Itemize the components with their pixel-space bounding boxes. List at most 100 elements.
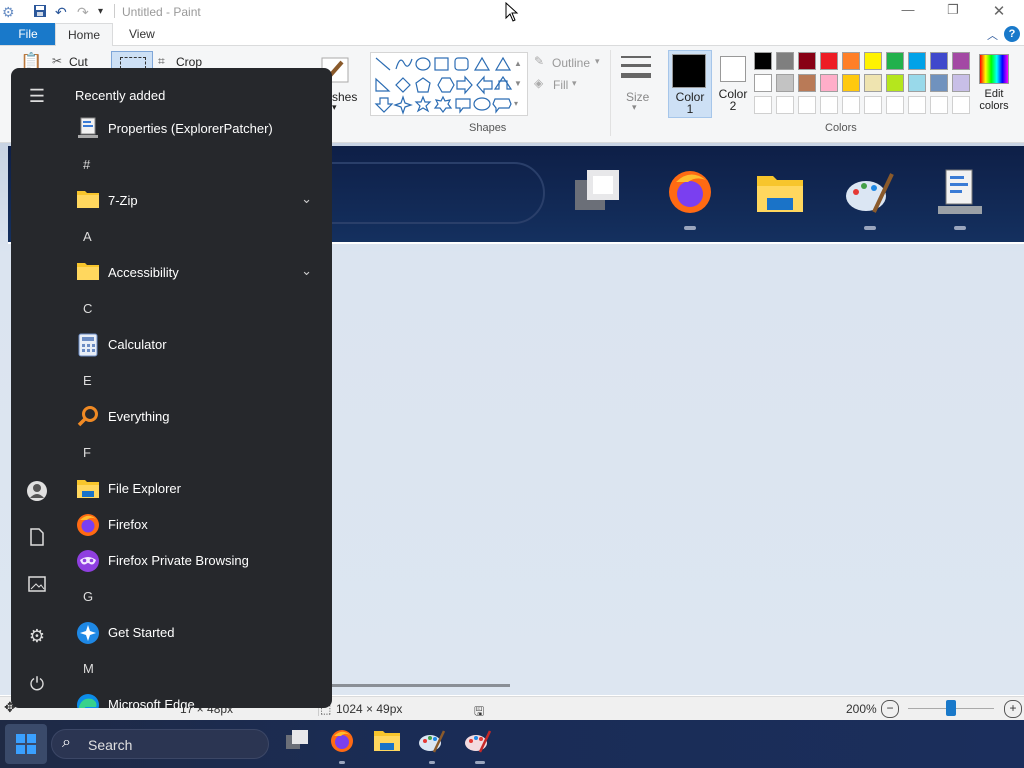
palette-swatch[interactable] <box>820 52 838 70</box>
section-letter[interactable]: F <box>83 445 91 460</box>
folder-image-icon <box>755 170 805 217</box>
palette-swatch[interactable] <box>864 52 882 70</box>
section-letter[interactable]: M <box>83 661 94 676</box>
palette-swatch[interactable] <box>930 52 948 70</box>
size-dropdown-icon[interactable]: ▾ <box>632 102 637 113</box>
fill-button[interactable]: Fill <box>553 78 568 92</box>
size-label[interactable]: Size <box>626 90 649 104</box>
cut-button[interactable]: Cut <box>69 55 88 69</box>
shapes-scroll-icon[interactable]: ▲ ▼ ▾ <box>514 54 522 114</box>
minimize-button[interactable]: — <box>885 2 931 22</box>
palette-swatch[interactable] <box>842 96 860 114</box>
undo-icon[interactable]: ↶ <box>55 4 67 21</box>
palette-swatch[interactable] <box>886 52 904 70</box>
palette-swatch[interactable] <box>754 52 772 70</box>
firefox-taskbar-icon[interactable] <box>327 728 357 758</box>
zoom-in-button[interactable]: + <box>1004 700 1022 718</box>
tab-view[interactable]: View <box>117 23 167 45</box>
folder-item[interactable]: 7-Zip ⌄ <box>63 183 332 219</box>
zoom-out-button[interactable]: − <box>881 700 899 718</box>
shapes-gallery[interactable] <box>370 52 528 116</box>
section-letter[interactable]: E <box>83 373 92 388</box>
quick-access-dropdown-icon[interactable]: ▾ <box>98 6 103 17</box>
palette-swatch[interactable] <box>864 74 882 92</box>
app-item[interactable]: Microsoft Edge <box>63 687 332 708</box>
tab-home[interactable]: Home <box>55 23 114 47</box>
app-item[interactable]: File Explorer <box>63 471 332 507</box>
close-button[interactable]: ✕ <box>976 2 1022 22</box>
palette-swatch[interactable] <box>820 96 838 114</box>
app-item[interactable]: Properties (ExplorerPatcher) <box>63 111 332 147</box>
app-item[interactable]: Firefox Private Browsing <box>63 543 332 579</box>
start-menu: ☰ ⚙ ⏻ Recently added Properties (Explore… <box>11 68 332 708</box>
fill-dropdown-icon[interactable]: ▾ <box>572 78 577 89</box>
start-button[interactable] <box>5 724 47 764</box>
palette-swatch[interactable] <box>798 74 816 92</box>
app-item[interactable]: Get Started <box>63 615 332 651</box>
chevron-down-icon[interactable]: ⌄ <box>301 191 312 207</box>
help-icon[interactable]: ? <box>1004 26 1020 42</box>
zoom-level-text: 200% <box>846 702 877 716</box>
palette-swatch[interactable] <box>930 96 948 114</box>
horizontal-scrollbar[interactable] <box>330 684 510 687</box>
palette-swatch[interactable] <box>908 96 926 114</box>
palette-swatch[interactable] <box>798 96 816 114</box>
palette-swatch[interactable] <box>952 96 970 114</box>
crop-icon[interactable]: ⌗ <box>158 54 165 69</box>
palette-swatch[interactable] <box>930 74 948 92</box>
palette-swatch[interactable] <box>776 52 794 70</box>
section-letter[interactable]: A <box>83 229 92 244</box>
outline-icon: ✎ <box>534 54 545 68</box>
outline-dropdown-icon[interactable]: ▾ <box>595 56 600 67</box>
palette-swatch[interactable] <box>798 52 816 70</box>
section-letter[interactable]: G <box>83 589 93 604</box>
mouse-cursor-icon <box>505 1 519 25</box>
save-icon[interactable] <box>33 4 47 21</box>
palette-swatch[interactable] <box>886 96 904 114</box>
task-view-icon[interactable] <box>282 728 312 758</box>
crop-button[interactable]: Crop <box>176 55 202 69</box>
palette-swatch[interactable] <box>864 96 882 114</box>
start-menu-app-list: Properties (ExplorerPatcher) #7-Zip ⌄ A Acce… <box>11 68 332 708</box>
tab-file[interactable]: File <box>0 23 56 45</box>
taskbar-search-box[interactable]: ⌕ Search <box>51 729 269 759</box>
palette-swatch[interactable] <box>842 52 860 70</box>
palette-swatch[interactable] <box>754 96 772 114</box>
section-letter[interactable]: # <box>83 157 90 172</box>
palette-swatch[interactable] <box>820 74 838 92</box>
palette-swatch[interactable] <box>776 74 794 92</box>
palette-swatch[interactable] <box>908 52 926 70</box>
paint-taskbar-icon[interactable] <box>417 728 447 758</box>
selection-size-text: 1024 × 49px <box>336 702 403 716</box>
palette-swatch[interactable] <box>952 52 970 70</box>
app-item[interactable]: Firefox <box>63 507 332 543</box>
paint-app-icon: ⚙ <box>2 4 15 20</box>
search-magnifier-icon <box>76 405 100 429</box>
app-item[interactable]: Everything <box>63 399 332 435</box>
collapse-ribbon-icon[interactable]: ︿ <box>987 27 998 43</box>
app-item[interactable]: Calculator <box>63 327 332 363</box>
restore-button[interactable]: ❐ <box>930 2 976 22</box>
folder-item[interactable]: Accessibility ⌄ <box>63 255 332 291</box>
zoom-slider-thumb[interactable] <box>946 700 956 716</box>
size-icon[interactable] <box>620 54 652 87</box>
palette-swatch[interactable] <box>886 74 904 92</box>
paint-active-taskbar-icon[interactable] <box>463 728 493 758</box>
outline-button[interactable]: Outline <box>552 56 590 70</box>
section-letter[interactable]: C <box>83 301 92 316</box>
item-label: 7-Zip <box>108 193 138 208</box>
palette-swatch[interactable] <box>908 74 926 92</box>
redo-icon[interactable]: ↷ <box>77 4 89 21</box>
palette-swatch[interactable] <box>952 74 970 92</box>
cut-icon[interactable]: ✂ <box>52 54 62 68</box>
color2-button[interactable]: Color 2 <box>713 50 753 116</box>
palette-swatch[interactable] <box>754 74 772 92</box>
color1-swatch <box>672 54 706 88</box>
palette-swatch[interactable] <box>842 74 860 92</box>
file-explorer-taskbar-icon[interactable] <box>372 728 402 758</box>
edit-colors-button[interactable]: Edit colors <box>974 50 1014 120</box>
palette-swatch[interactable] <box>776 96 794 114</box>
brushes-dropdown-icon[interactable]: ▾ <box>332 102 337 113</box>
color1-button[interactable]: Color 1 <box>668 50 712 118</box>
chevron-down-icon[interactable]: ⌄ <box>301 263 312 279</box>
